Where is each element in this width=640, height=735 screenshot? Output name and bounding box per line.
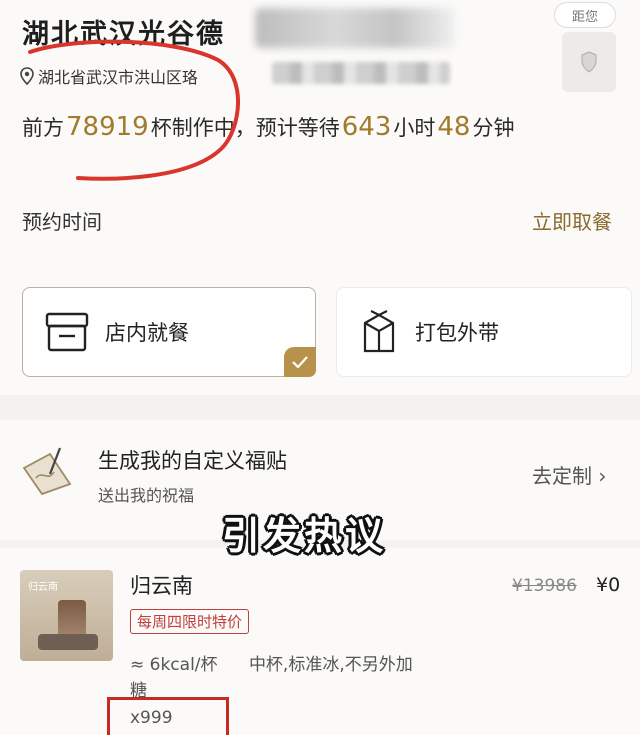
reservation-label: 预约时间	[22, 210, 102, 234]
hour-unit: 小时	[393, 116, 436, 140]
blessing-title: 生成我的自定义福贴	[98, 449, 287, 473]
product-image-tag: 归云南	[28, 582, 58, 593]
distance-label: 距您	[571, 9, 598, 25]
pen-paper-icon	[20, 444, 78, 500]
minute-unit: 分钟	[472, 116, 515, 140]
distance-chip[interactable]: 距您	[554, 2, 616, 28]
selected-check-icon	[284, 347, 316, 377]
promo-badge: 每周四限时特价	[130, 609, 250, 634]
overlay-caption: 引发热议	[222, 514, 387, 558]
pickup-now-button[interactable]: 立即取餐	[532, 206, 612, 235]
product-image: 归云南	[20, 570, 113, 661]
options-line1: 中杯,标准冰,不另外加	[248, 655, 413, 675]
red-annotation-circle	[28, 39, 240, 181]
store-icon	[43, 310, 91, 354]
dine-in-option[interactable]: 店内就餐	[22, 287, 316, 377]
red-annotation-box	[107, 697, 229, 735]
product-name: 归云南	[130, 574, 193, 598]
shield-icon	[581, 51, 597, 73]
redacted-address	[272, 62, 450, 84]
drink-stand	[38, 634, 98, 650]
calorie-info: ≈ 6kcal/杯	[130, 655, 218, 675]
product-spec: ≈ 6kcal/杯 中杯,标准冰,不另外加	[130, 650, 413, 675]
customize-button[interactable]: 去定制 ›	[532, 460, 606, 489]
blessing-subtitle: 送出我的祝福	[98, 486, 195, 505]
takeaway-label: 打包外带	[415, 321, 499, 345]
takeaway-option[interactable]: 打包外带	[336, 287, 632, 377]
redacted-store-name	[255, 8, 455, 48]
original-price: ¥13986	[512, 576, 577, 596]
dine-in-label: 店内就餐	[105, 321, 189, 345]
takeaway-box-icon	[357, 307, 401, 357]
map-thumbnail[interactable]	[562, 32, 616, 92]
wait-hours: 643	[341, 112, 392, 142]
wait-minutes: 48	[437, 112, 471, 142]
final-price: ¥0	[596, 574, 621, 596]
